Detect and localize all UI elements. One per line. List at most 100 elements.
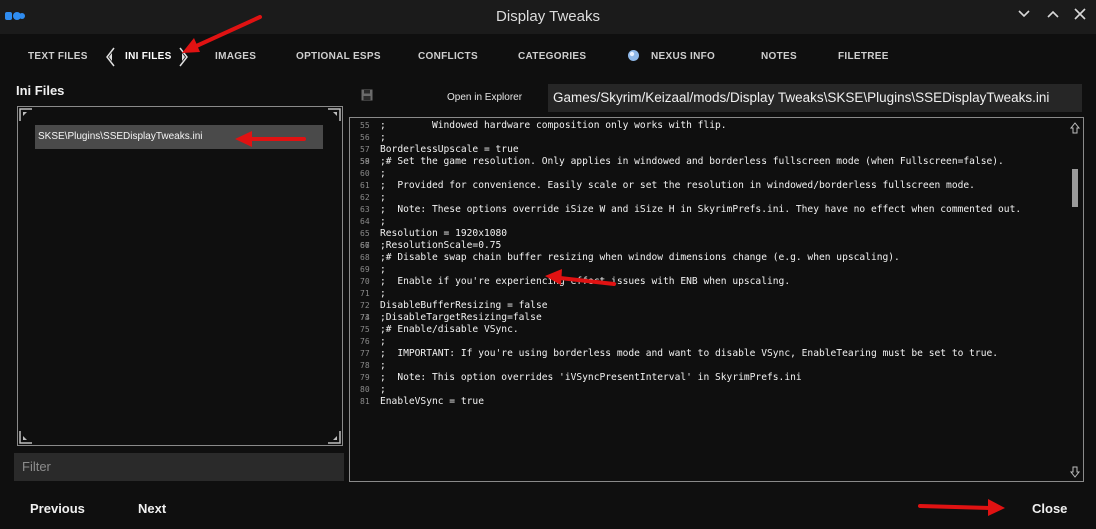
line-number: 68	[360, 253, 370, 262]
ini-files-heading: Ini Files	[16, 83, 65, 98]
previous-button[interactable]: Previous	[30, 501, 85, 516]
line-number: 55	[360, 121, 370, 130]
line-text: ; Note: This option overrides 'iVSyncPre…	[380, 372, 802, 383]
code-line[interactable]: 79 ; Note: This option overrides 'iVSyncP…	[350, 372, 1068, 384]
code-line[interactable]: 57 BorderlessUpscale = true	[350, 144, 1068, 156]
corner-ornament-icon	[328, 108, 341, 121]
line-number: 80	[360, 385, 370, 394]
tab-text-files[interactable]: TEXT FILES	[28, 51, 88, 62]
open-in-explorer-button[interactable]: Open in Explorer	[447, 92, 522, 103]
close-window-icon[interactable]	[1070, 7, 1090, 27]
code-line[interactable]: 55 ; Windowed hardware composition only w…	[350, 120, 1068, 132]
line-number: 70	[360, 277, 370, 286]
line-number: 59	[360, 157, 370, 166]
line-text: ;	[380, 192, 386, 203]
line-number: 79	[360, 373, 370, 382]
scroll-up-icon[interactable]	[1069, 122, 1081, 134]
maximize-chevron-icon[interactable]	[1043, 7, 1063, 27]
ini-file-list[interactable]: SKSE\Plugins\SSEDisplayTweaks.ini	[17, 106, 343, 446]
close-button[interactable]: Close	[1032, 501, 1067, 516]
editor-scrollbar[interactable]	[1069, 122, 1081, 478]
line-text: ;	[380, 288, 386, 299]
code-line[interactable]: 60;	[350, 168, 1068, 180]
line-number: 77	[360, 349, 370, 358]
line-text: ;# Enable/disable VSync.	[380, 324, 519, 335]
line-number: 65	[360, 229, 370, 238]
line-number: 75	[360, 325, 370, 334]
corner-ornament-icon	[19, 108, 32, 121]
code-line[interactable]: 61 ; Provided for convenience. Easily sca…	[350, 180, 1068, 192]
tab-filetree[interactable]: FILETREE	[838, 51, 889, 62]
code-line[interactable]: 80;	[350, 384, 1068, 396]
code-line[interactable]: 63 ; Note: These options override iSize W…	[350, 204, 1068, 216]
line-text: DisableBufferResizing = false	[380, 300, 548, 311]
code-line[interactable]: 75 ;# Enable/disable VSync.	[350, 324, 1068, 336]
line-text: ;DisableTargetResizing=false	[380, 312, 542, 323]
tab-notes[interactable]: NOTES	[761, 51, 797, 62]
code-line[interactable]: 56;	[350, 132, 1068, 144]
line-number: 81	[360, 397, 370, 406]
tab-conflicts[interactable]: CONFLICTS	[418, 51, 478, 62]
window-title: Display Tweaks	[496, 8, 600, 25]
code-line[interactable]: 81 EnableVSync = true	[350, 396, 1068, 408]
code-line[interactable]: 76;	[350, 336, 1068, 348]
line-text: ; Windowed hardware composition only wor…	[380, 120, 727, 131]
collapse-chevron-icon[interactable]	[1014, 7, 1034, 27]
line-text: ;# Set the game resolution. Only applies…	[380, 156, 1004, 167]
next-button[interactable]: Next	[138, 501, 166, 516]
line-text: BorderlessUpscale = true	[380, 144, 519, 155]
line-text: ;	[380, 168, 386, 179]
code-line[interactable]: 59 ;# Set the game resolution. Only appli…	[350, 156, 1068, 168]
code-line[interactable]: 78;	[350, 360, 1068, 372]
scrollbar-thumb[interactable]	[1072, 169, 1078, 208]
code-lines: 55 ; Windowed hardware composition only w…	[350, 120, 1068, 408]
tab-categories[interactable]: CATEGORIES	[518, 51, 586, 62]
line-text: ; Enable if you're experiencing effect i…	[380, 276, 791, 287]
filter-input[interactable]: Filter	[14, 453, 344, 481]
line-number: 61	[360, 181, 370, 190]
list-item-ini-file[interactable]: SKSE\Plugins\SSEDisplayTweaks.ini	[35, 125, 323, 149]
tab-images[interactable]: IMAGES	[215, 51, 256, 62]
line-number: 62	[360, 193, 370, 202]
line-text: ;	[380, 264, 386, 275]
corner-ornament-icon	[328, 431, 341, 444]
code-line[interactable]: 69;	[350, 264, 1068, 276]
line-number: 56	[360, 133, 370, 142]
code-line[interactable]: 70 ; Enable if you're experiencing effect…	[350, 276, 1068, 288]
code-line[interactable]: 67 ;ResolutionScale=0.75	[350, 240, 1068, 252]
corner-ornament-icon	[19, 431, 32, 444]
line-text: ;	[380, 336, 386, 347]
code-line[interactable]: 68 ;# Disable swap chain buffer resizing …	[350, 252, 1068, 264]
code-line[interactable]: 74 ;DisableTargetResizing=false	[350, 312, 1068, 324]
code-line[interactable]: 62;	[350, 192, 1068, 204]
line-number: 74	[360, 313, 370, 322]
line-text: ;	[380, 132, 386, 143]
line-number: 69	[360, 265, 370, 274]
code-line[interactable]: 71;	[350, 288, 1068, 300]
code-line[interactable]: 77 ; IMPORTANT: If you're using borderles…	[350, 348, 1068, 360]
code-line[interactable]: 64;	[350, 216, 1068, 228]
code-line[interactable]: 72 DisableBufferResizing = false	[350, 300, 1068, 312]
tab-nexus-info[interactable]: NEXUS INFO	[651, 51, 715, 62]
save-icon[interactable]	[361, 89, 373, 101]
scroll-down-icon[interactable]	[1069, 466, 1081, 478]
line-number: 72	[360, 301, 370, 310]
line-number: 76	[360, 337, 370, 346]
line-number: 67	[360, 241, 370, 250]
line-text: ;	[380, 360, 386, 371]
tab-optional-esps[interactable]: OPTIONAL ESPS	[296, 51, 381, 62]
tab-ornament-left-icon	[106, 47, 115, 67]
line-text: ; Provided for convenience. Easily scale…	[380, 180, 975, 191]
line-number: 78	[360, 361, 370, 370]
line-number: 64	[360, 217, 370, 226]
tab-ini-files[interactable]: INI FILES	[125, 51, 172, 62]
line-text: ;ResolutionScale=0.75	[380, 240, 502, 251]
line-number: 63	[360, 205, 370, 214]
ini-editor[interactable]: 55 ; Windowed hardware composition only w…	[349, 117, 1084, 482]
annotation-arrow-icon	[918, 499, 1005, 516]
code-line[interactable]: 65 Resolution = 1920x1080	[350, 228, 1068, 240]
line-text: ; Note: These options override iSize W a…	[380, 204, 1022, 215]
file-path-field[interactable]: Games/Skyrim/Keizaal/mods/Display Tweaks…	[548, 84, 1082, 112]
line-text: EnableVSync = true	[380, 396, 484, 407]
tab-ornament-right-icon	[179, 47, 188, 67]
